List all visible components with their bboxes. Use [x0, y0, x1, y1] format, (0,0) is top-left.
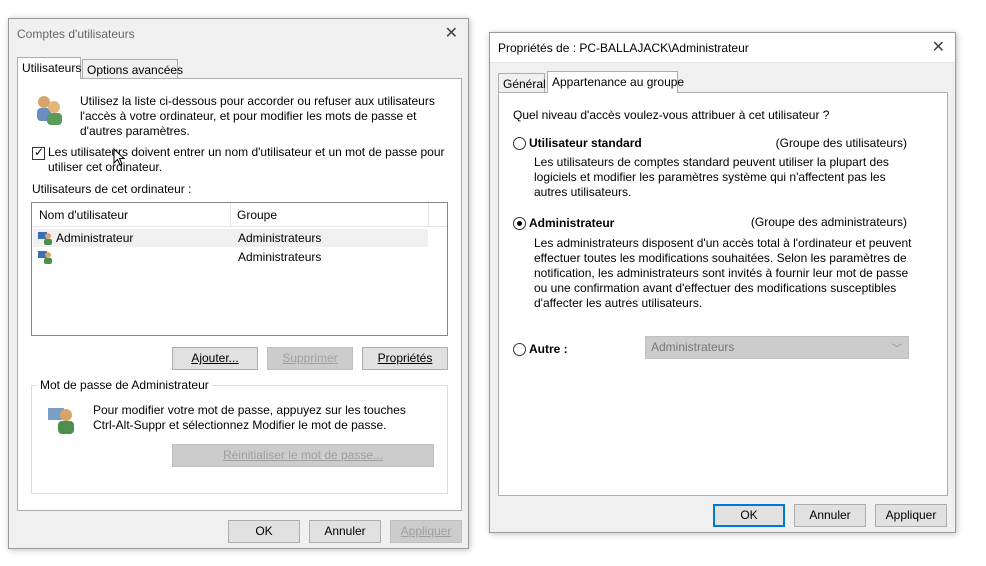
other-group-dropdown[interactable]: Administrateurs ﹀	[645, 336, 909, 359]
close-icon[interactable]: ✕	[445, 23, 458, 43]
tab-label: Appartenance au groupe	[552, 75, 685, 89]
table-row[interactable]: Administrateur Administrateurs	[33, 229, 428, 247]
chevron-down-icon: ﹀	[892, 344, 902, 355]
user-accounts-window: Comptes d'utilisateurs ✕ Utilisateurs Op…	[8, 18, 469, 549]
button-label: OK	[740, 508, 758, 522]
ok-button[interactable]: OK	[228, 520, 300, 543]
user-key-icon	[48, 408, 74, 434]
window-title: Propriétés de : PC-BALLAJACK\Administrat…	[498, 41, 749, 55]
other-radio[interactable]	[513, 343, 526, 356]
password-instructions: Pour modifier votre mot de passe, appuye…	[93, 403, 406, 433]
tab-general[interactable]: Général	[498, 73, 546, 93]
password-group: Mot de passe de Administrateur Pour modi…	[31, 378, 448, 494]
button-label: Ajouter...	[191, 351, 239, 365]
description-line: Les administrateurs disposent d'un accès…	[534, 236, 912, 250]
button-label: Appliquer	[400, 524, 452, 538]
description-line: ou une confirmation avant d'effectuer de…	[534, 281, 897, 295]
close-icon[interactable]: ✕	[932, 37, 945, 57]
cancel-button[interactable]: Annuler	[309, 520, 381, 543]
password-group-legend: Mot de passe de Administrateur	[37, 378, 212, 392]
button-label: Appliquer	[885, 508, 937, 522]
require-login-checkbox[interactable]	[32, 145, 45, 160]
row-group: Administrateurs	[238, 231, 322, 245]
add-user-button[interactable]: Ajouter...	[172, 347, 258, 370]
standard-user-description: Les utilisateurs de comptes standard peu…	[534, 155, 889, 200]
administrator-radio[interactable]	[513, 217, 526, 230]
reset-password-button[interactable]: Réinitialiser le mot de passe...	[172, 444, 434, 467]
administrator-label[interactable]: Administrateur	[529, 216, 614, 230]
users-list[interactable]: Nom d'utilisateur Groupe Administrateur …	[31, 202, 448, 336]
ok-button[interactable]: OK	[713, 504, 785, 527]
description-line: autres utilisateurs.	[534, 185, 632, 199]
button-label: Annuler	[324, 524, 366, 538]
title-bar[interactable]: Propriétés de : PC-BALLAJACK\Administrat…	[490, 33, 955, 63]
button-label: OK	[255, 524, 273, 538]
require-login-line: Les utilisateurs doivent entrer un nom d…	[48, 145, 445, 159]
list-header: Nom d'utilisateur Groupe	[32, 203, 447, 227]
standard-user-radio[interactable]	[513, 137, 526, 150]
window-title: Comptes d'utilisateurs	[17, 27, 135, 41]
standard-user-group: (Groupe des utilisateurs)	[775, 136, 907, 150]
apply-button[interactable]: Appliquer	[875, 504, 947, 527]
tab-label: Général	[503, 77, 546, 91]
user-icon	[38, 251, 52, 264]
dropdown-value: Administrateurs	[651, 340, 735, 354]
tab-users[interactable]: Utilisateurs	[17, 57, 81, 79]
button-label: Propriétés	[377, 351, 433, 365]
description-line: notification, les administrateurs sont i…	[534, 266, 909, 280]
title-bar[interactable]: Comptes d'utilisateurs ✕	[9, 19, 468, 49]
remove-user-button[interactable]: Supprimer	[267, 347, 353, 370]
description-line: effectuer toutes les modifications souha…	[534, 251, 907, 265]
button-label: Réinitialiser le mot de passe...	[222, 448, 384, 462]
users-tab-panel: Utilisez la liste ci-dessous pour accord…	[17, 78, 462, 511]
tab-advanced-options[interactable]: Options avancées	[82, 59, 183, 79]
access-question: Quel niveau d'accès voulez-vous attribue…	[513, 108, 830, 122]
button-label: Supprimer	[282, 351, 338, 365]
description-line: d'affecter les autres utilisateurs.	[534, 296, 703, 310]
mouse-cursor-icon	[113, 148, 125, 166]
require-login-label[interactable]: Les utilisateurs doivent entrer un nom d…	[48, 145, 445, 175]
cancel-button[interactable]: Annuler	[794, 504, 866, 527]
group-membership-panel: Quel niveau d'accès voulez-vous attribue…	[498, 92, 948, 496]
description-line: Les utilisateurs de comptes standard peu…	[534, 155, 889, 169]
user-icon	[38, 232, 52, 245]
apply-button[interactable]: Appliquer	[390, 520, 462, 543]
row-group: Administrateurs	[238, 250, 322, 264]
tab-group-membership[interactable]: Appartenance au groupe	[547, 71, 684, 93]
table-row[interactable]: Administrateurs	[33, 248, 428, 266]
administrator-description: Les administrateurs disposent d'un accès…	[534, 236, 911, 311]
users-icon	[37, 96, 62, 125]
button-label: Annuler	[809, 508, 851, 522]
row-username: Administrateur	[56, 231, 134, 245]
description-line: logiciels et modifier les paramètres sys…	[534, 170, 886, 184]
intro-text: Utilisez la liste ci-dessous pour accord…	[80, 94, 435, 139]
intro-line: d'autres paramètres.	[80, 124, 190, 138]
column-header-username[interactable]: Nom d'utilisateur	[39, 208, 128, 222]
password-instruction-line: Pour modifier votre mot de passe, appuye…	[93, 403, 406, 417]
user-properties-button[interactable]: Propriétés	[362, 347, 448, 370]
intro-line: l'accès à votre ordinateur, et pour modi…	[80, 109, 417, 123]
administrator-group: (Groupe des administrateurs)	[750, 215, 907, 229]
password-instruction-line: Ctrl-Alt-Suppr et sélectionnez Modifier …	[93, 418, 387, 432]
column-header-group[interactable]: Groupe	[237, 208, 277, 222]
column-separator[interactable]	[428, 203, 429, 227]
intro-line: Utilisez la liste ci-dessous pour accord…	[80, 94, 435, 108]
other-label[interactable]: Autre :	[529, 342, 568, 356]
user-properties-window: Propriétés de : PC-BALLAJACK\Administrat…	[489, 32, 956, 533]
users-list-label: Utilisateurs de cet ordinateur :	[32, 182, 192, 196]
standard-user-label[interactable]: Utilisateur standard	[529, 136, 642, 150]
column-separator[interactable]	[230, 203, 231, 227]
tab-label: Utilisateurs	[22, 61, 82, 75]
tab-label: Options avancées	[87, 63, 184, 77]
require-login-line: utiliser cet ordinateur.	[48, 160, 163, 174]
